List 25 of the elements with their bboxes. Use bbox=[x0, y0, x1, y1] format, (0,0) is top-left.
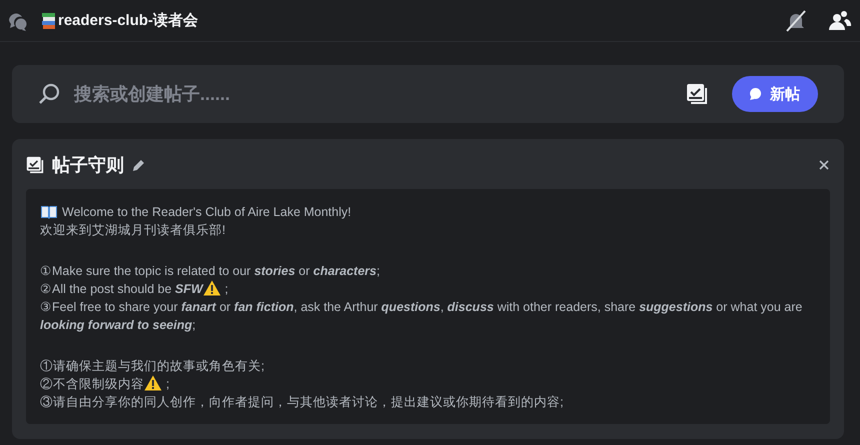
pencil-icon[interactable] bbox=[132, 158, 146, 172]
guideline-text: 欢迎来到艾湖城月刊读者俱乐部! bbox=[40, 223, 226, 237]
guideline-text: Welcome to the Reader's Club of Aire Lake Monthly! bbox=[62, 205, 352, 219]
guideline-text: ②All the post should be SFW bbox=[40, 282, 203, 296]
guideline-text: ; bbox=[166, 377, 170, 391]
close-icon[interactable] bbox=[818, 159, 830, 171]
chat-bubble-icon bbox=[748, 87, 762, 101]
warning-icon bbox=[202, 280, 221, 296]
members-icon[interactable] bbox=[828, 8, 852, 32]
new-post-button[interactable]: 新帖 bbox=[732, 76, 818, 112]
book-icon bbox=[40, 205, 58, 219]
channel-name: readers-club-读者会 bbox=[58, 11, 198, 30]
warning-icon bbox=[144, 375, 162, 391]
guidelines-title: 帖子守则 bbox=[52, 154, 124, 177]
search-icon bbox=[38, 83, 60, 105]
guideline-text: ①Make sure the topic is related to our stories or characters; bbox=[40, 264, 380, 278]
books-icon bbox=[42, 12, 56, 28]
guideline-text: ③请自由分享你的同人创作，向作者提问，与其他读者讨论，提出建议或你期待看到的内容; bbox=[40, 395, 564, 409]
guideline-text: ②不含限制级内容 bbox=[40, 377, 144, 391]
checklist-icon[interactable] bbox=[686, 83, 708, 105]
guideline-text: ①请确保主题与我们的故事或角色有关; bbox=[40, 359, 264, 373]
guideline-text: ; bbox=[224, 282, 228, 296]
muted-bell-icon[interactable] bbox=[784, 8, 808, 32]
checklist-icon bbox=[26, 156, 44, 174]
guideline-text: ③Feel free to share your fanart or fan fiction, ask the Arthur questions, discuss with other readers, share suggestions or what you are looking forward to seeing; bbox=[40, 300, 802, 332]
